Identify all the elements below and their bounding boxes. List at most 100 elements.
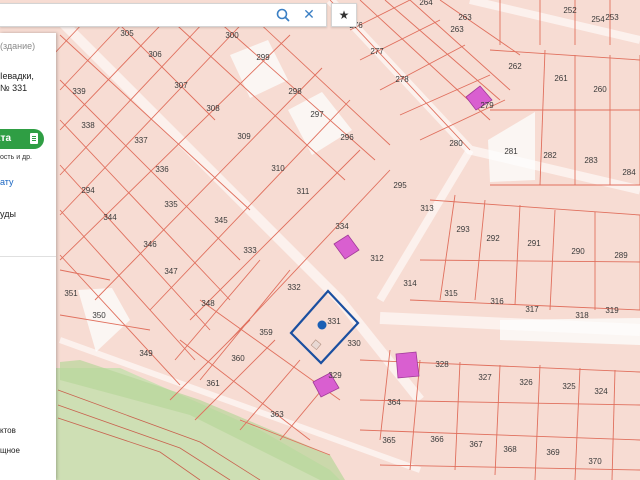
- parcel-label[interactable]: 277: [370, 47, 384, 56]
- object-type-label: (здание): [0, 41, 36, 51]
- search-icon[interactable]: [274, 6, 292, 24]
- parcel-label[interactable]: 260: [593, 85, 607, 94]
- parcel-label[interactable]: 311: [297, 187, 310, 196]
- parcel-label[interactable]: 313: [420, 204, 434, 213]
- document-icon: [30, 133, 38, 144]
- parcel-label[interactable]: 326: [519, 378, 533, 387]
- parcel-label[interactable]: 297: [310, 110, 324, 119]
- parcel-label[interactable]: 350: [92, 311, 106, 320]
- parcel-label[interactable]: 254: [591, 15, 605, 24]
- parcel-label[interactable]: 363: [270, 410, 284, 419]
- parcel-label[interactable]: 330: [347, 339, 361, 348]
- parcel-label[interactable]: 333: [243, 246, 257, 255]
- parcel-label[interactable]: 280: [449, 139, 463, 148]
- parcel-label[interactable]: 316: [490, 297, 504, 306]
- parcel-label[interactable]: 307: [174, 81, 188, 90]
- search-bar: ✕: [0, 3, 327, 27]
- object-address-line: Іевадки,: [0, 71, 34, 81]
- parcel-label[interactable]: 262: [508, 62, 522, 71]
- parcel-label[interactable]: 368: [503, 445, 517, 454]
- parcel-label[interactable]: 300: [225, 31, 239, 40]
- parcel-label[interactable]: 292: [486, 234, 500, 243]
- parcel-label[interactable]: 318: [575, 311, 589, 320]
- parcel-label[interactable]: 299: [256, 53, 270, 62]
- info-text-bottom-2: щное: [0, 446, 20, 455]
- parcel-label[interactable]: 349: [139, 349, 153, 358]
- parcel-label[interactable]: 284: [622, 168, 636, 177]
- report-description: ость и др.: [0, 154, 32, 161]
- parcel-label[interactable]: 296: [340, 133, 354, 142]
- parcel-label[interactable]: 370: [588, 457, 602, 466]
- close-icon[interactable]: ✕: [300, 6, 318, 24]
- parcel-label[interactable]: 347: [164, 267, 178, 276]
- parcel-label[interactable]: 261: [554, 74, 568, 83]
- parcel-label[interactable]: 331: [327, 317, 341, 326]
- parcel-label[interactable]: 308: [206, 104, 220, 113]
- parcel-label[interactable]: 263: [450, 25, 464, 34]
- order-report-label: екта: [0, 133, 12, 144]
- parcel-label[interactable]: 359: [259, 328, 273, 337]
- parcel-label[interactable]: 305: [120, 29, 134, 38]
- parcel-label[interactable]: 364: [387, 398, 401, 407]
- parcel-label[interactable]: 309: [237, 132, 251, 141]
- info-text: уды: [0, 209, 16, 219]
- parcel-label[interactable]: 295: [393, 181, 407, 190]
- parcel-label[interactable]: 346: [143, 240, 157, 249]
- parcel-label[interactable]: 327: [478, 373, 492, 382]
- parcel-label[interactable]: 291: [527, 239, 541, 248]
- parcel-label[interactable]: 360: [231, 354, 245, 363]
- parcel-label[interactable]: 282: [543, 151, 557, 160]
- parcel-label[interactable]: 278: [395, 75, 409, 84]
- parcel-label[interactable]: 252: [563, 6, 577, 15]
- parcel-label[interactable]: 293: [456, 225, 470, 234]
- parcel-label[interactable]: 334: [335, 222, 349, 231]
- parcel-label[interactable]: 319: [605, 306, 619, 315]
- parcel-label[interactable]: 339: [72, 87, 86, 96]
- order-report-button[interactable]: екта: [0, 129, 44, 149]
- info-link[interactable]: ату: [0, 177, 14, 187]
- parcel-label[interactable]: 345: [214, 216, 228, 225]
- parcel-label[interactable]: 366: [430, 435, 444, 444]
- parcel-label[interactable]: 324: [594, 387, 608, 396]
- parcel-label[interactable]: 344: [103, 213, 117, 222]
- parcel-label[interactable]: 312: [370, 254, 384, 263]
- parcel-label[interactable]: 365: [382, 436, 396, 445]
- info-text-bottom-1: ктов: [0, 426, 16, 435]
- parcel-label[interactable]: 281: [504, 147, 518, 156]
- parcel-label[interactable]: 361: [206, 379, 220, 388]
- cadastral-map[interactable]: 3053002762642632542532523062992772632622…: [0, 0, 640, 480]
- parcel-label[interactable]: 310: [271, 164, 285, 173]
- building-small-331: [310, 339, 322, 351]
- empty-parcels: [78, 40, 640, 352]
- location-marker[interactable]: [317, 320, 327, 330]
- parcel-label[interactable]: 325: [562, 382, 576, 391]
- parcel-label[interactable]: 369: [546, 448, 560, 457]
- parcel-label[interactable]: 332: [287, 283, 301, 292]
- parcel-label[interactable]: 315: [444, 289, 458, 298]
- parcel-label[interactable]: 317: [525, 305, 539, 314]
- parcel-label[interactable]: 263: [458, 13, 472, 22]
- star-icon[interactable]: ★: [331, 3, 357, 27]
- parcel-label[interactable]: 279: [480, 101, 494, 110]
- parcel-label[interactable]: 336: [155, 165, 169, 174]
- search-input[interactable]: [4, 6, 268, 24]
- parcel-label[interactable]: 329: [328, 371, 342, 380]
- parcel-label[interactable]: 290: [571, 247, 585, 256]
- parcel-label[interactable]: 253: [605, 13, 619, 22]
- parcel-label[interactable]: 337: [134, 136, 148, 145]
- parcel-label[interactable]: 338: [81, 121, 95, 130]
- parcel-label[interactable]: 264: [419, 0, 433, 7]
- parcel-label[interactable]: 335: [164, 200, 178, 209]
- parcel-label[interactable]: 328: [435, 360, 449, 369]
- parcel-label[interactable]: 298: [288, 87, 302, 96]
- parcel-label[interactable]: 289: [614, 251, 628, 260]
- parcel-label[interactable]: 283: [584, 156, 598, 165]
- object-info-panel: (здание) Іевадки, № 331 екта ость и др. …: [0, 33, 56, 480]
- parcel-label[interactable]: 348: [201, 299, 215, 308]
- parcel-label[interactable]: 294: [81, 186, 95, 195]
- parcel-label[interactable]: 306: [148, 50, 162, 59]
- parcel-label[interactable]: 351: [64, 289, 78, 298]
- object-number: № 331: [0, 83, 28, 93]
- parcel-label[interactable]: 314: [403, 279, 417, 288]
- parcel-label[interactable]: 367: [469, 440, 483, 449]
